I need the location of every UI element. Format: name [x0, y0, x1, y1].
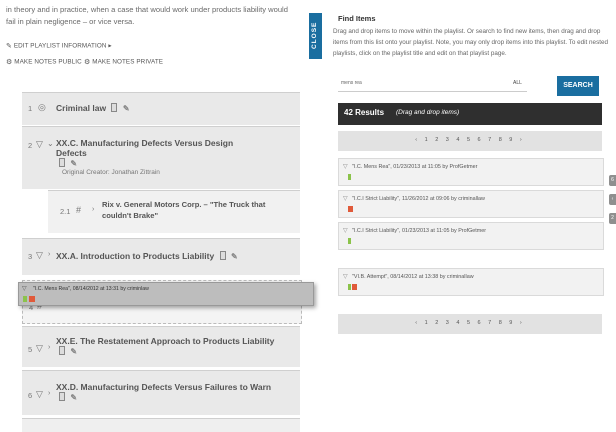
- row-title: Rix v. General Motors Corp. – "The Truck…: [102, 200, 266, 220]
- trash-icon[interactable]: [59, 392, 65, 401]
- original-creator: Original Creator: Jonathan Zittrain: [62, 169, 160, 176]
- gear-icon: ⚙: [84, 59, 91, 66]
- row-title: XX.E. The Restatement Approach to Produc…: [56, 336, 275, 356]
- edge-tab-2[interactable]: ‹: [609, 194, 616, 205]
- filter-select[interactable]: ALL: [513, 80, 553, 91]
- make-notes-private-link[interactable]: ⚙ MAKE NOTES PRIVATE: [84, 58, 163, 66]
- results-hint: (Drag and drop items): [396, 109, 460, 116]
- edge-tab-1[interactable]: 6: [609, 175, 616, 186]
- pagination-top[interactable]: ‹ 1 2 3 4 5 6 7 8 9 ›: [338, 131, 602, 151]
- result-item-label: "I.C. Mens Rea", 01/23/2013 at 11:05 by …: [352, 164, 478, 170]
- search-input[interactable]: mens rea: [338, 80, 527, 92]
- result-item[interactable]: ▽ "I.C.I Strict Liability", 01/23/2013 a…: [338, 222, 604, 250]
- filter-icon: ▽: [343, 164, 348, 170]
- status-bar-red: [352, 284, 357, 290]
- result-item-label: "I.C.I Strict Liability", 11/26/2012 at …: [352, 196, 485, 202]
- pagination-links[interactable]: ‹ 1 2 3 4 5 6 7 8 9 ›: [338, 137, 602, 143]
- filter-icon: ▽: [36, 139, 43, 149]
- find-items-panel: Find Items Drag and drop items to move w…: [330, 0, 616, 431]
- row-title: Criminal law ✎: [56, 103, 130, 113]
- close-panel-tab[interactable]: CLOSE: [309, 13, 322, 59]
- status-bar-green: [348, 284, 351, 290]
- chevron-right-icon[interactable]: ›: [48, 251, 50, 258]
- row-title: XX.A. Introduction to Products Liability…: [56, 251, 238, 261]
- result-item[interactable]: ▽ "VI.B. Attempt", 08/14/2012 at 13:38 b…: [338, 268, 604, 296]
- trash-icon[interactable]: [59, 158, 65, 167]
- status-bar-red: [29, 296, 35, 302]
- filter-icon: ▽: [36, 343, 43, 353]
- make-notes-public-link[interactable]: ⚙ MAKE NOTES PUBLIC: [6, 58, 82, 66]
- playlist-row-failures-to-warn[interactable]: 6 ▽ › XX.D. Manufacturing Defects Versus…: [22, 370, 300, 415]
- edge-tab-3[interactable]: 2: [609, 213, 616, 224]
- pagination-bottom[interactable]: ‹ 1 2 3 4 5 6 7 8 9 ›: [338, 314, 602, 334]
- hash-icon: #: [76, 205, 82, 215]
- playlist-panel: in theory and in practice, when a case t…: [0, 0, 314, 432]
- trash-icon[interactable]: [219, 251, 226, 260]
- status-bar-green: [23, 296, 27, 302]
- playlist-icon: ◎: [38, 102, 46, 112]
- playlist-row-partial: [22, 418, 300, 432]
- result-item[interactable]: ▽ "I.C. Mens Rea", 01/23/2013 at 11:05 b…: [338, 158, 604, 186]
- playlist-row-restatement[interactable]: 5 ▽ › XX.E. The Restatement Approach to …: [22, 326, 300, 367]
- playlist-row-manufacturing-design[interactable]: 2 ▽ ⌄ XX.C. Manufacturing Defects Versus…: [22, 126, 300, 189]
- row-number: 1: [28, 104, 33, 113]
- row-number: 2.1: [60, 207, 71, 216]
- chevron-right-icon[interactable]: ›: [48, 344, 50, 351]
- row-number: 5: [28, 345, 33, 354]
- playlist-row-criminal-law[interactable]: 1 ◎ Criminal law ✎: [22, 92, 300, 125]
- result-item-label: "I.C.I Strict Liability", 01/23/2013 at …: [352, 228, 487, 234]
- dragged-item-label: "I.C. Mens Rea", 08/14/2012 at 13:31 by …: [33, 286, 149, 292]
- pagination-links[interactable]: ‹ 1 2 3 4 5 6 7 8 9 ›: [338, 320, 602, 326]
- edit-playlist-link[interactable]: ✎ EDIT PLAYLIST INFORMATION ▸: [6, 42, 112, 50]
- status-bar-green: [348, 174, 351, 180]
- playlist-row-intro-products-liability[interactable]: 3 ▽ › XX.A. Introduction to Products Lia…: [22, 238, 300, 275]
- row-number: 6: [28, 391, 33, 400]
- status-bar-green: [348, 238, 351, 244]
- pencil-icon[interactable]: ✎: [231, 252, 238, 261]
- gear-icon: ⚙: [6, 59, 13, 66]
- row-number: 3: [28, 252, 33, 261]
- playlist-description: in theory and in practice, when a case t…: [6, 5, 288, 26]
- row-number: 2: [28, 141, 33, 150]
- pencil-icon[interactable]: ✎: [70, 393, 77, 402]
- pencil-icon: ✎: [6, 43, 12, 50]
- chevron-right-icon[interactable]: ›: [92, 206, 94, 213]
- find-items-description: Drag and drop items to move within the p…: [333, 28, 608, 57]
- results-header: 42 Results (Drag and drop items): [338, 103, 602, 125]
- trash-icon[interactable]: [111, 103, 118, 112]
- chevron-down-icon[interactable]: ⌄: [47, 139, 54, 148]
- find-items-title: Find Items: [338, 14, 376, 23]
- result-item[interactable]: ▽ "I.C.I Strict Liability", 11/26/2012 a…: [338, 190, 604, 218]
- chevron-right-icon[interactable]: ›: [48, 390, 50, 397]
- results-count: 42 Results: [344, 108, 385, 117]
- dragged-item[interactable]: ▽ "I.C. Mens Rea", 08/14/2012 at 13:31 b…: [18, 282, 314, 306]
- playlist-row-rix-gm[interactable]: 2.1 # › Rix v. General Motors Corp. – "T…: [48, 190, 300, 233]
- filter-icon: ▽: [22, 286, 27, 292]
- result-item-label: "VI.B. Attempt", 08/14/2012 at 13:38 by …: [352, 274, 474, 280]
- filter-icon: ▽: [36, 250, 43, 260]
- row-title: XX.C. Manufacturing Defects Versus Desig…: [56, 138, 234, 168]
- pencil-icon[interactable]: ✎: [70, 159, 77, 168]
- filter-icon: ▽: [343, 274, 348, 280]
- filter-icon: ▽: [343, 196, 348, 202]
- filter-icon: ▽: [343, 228, 348, 234]
- status-bar-red: [348, 206, 353, 212]
- trash-icon[interactable]: [59, 346, 65, 355]
- pencil-icon[interactable]: ✎: [70, 347, 77, 356]
- pencil-icon[interactable]: ✎: [123, 104, 130, 113]
- row-title: XX.D. Manufacturing Defects Versus Failu…: [56, 382, 272, 402]
- filter-icon: ▽: [36, 389, 43, 399]
- search-button[interactable]: SEARCH: [557, 76, 599, 96]
